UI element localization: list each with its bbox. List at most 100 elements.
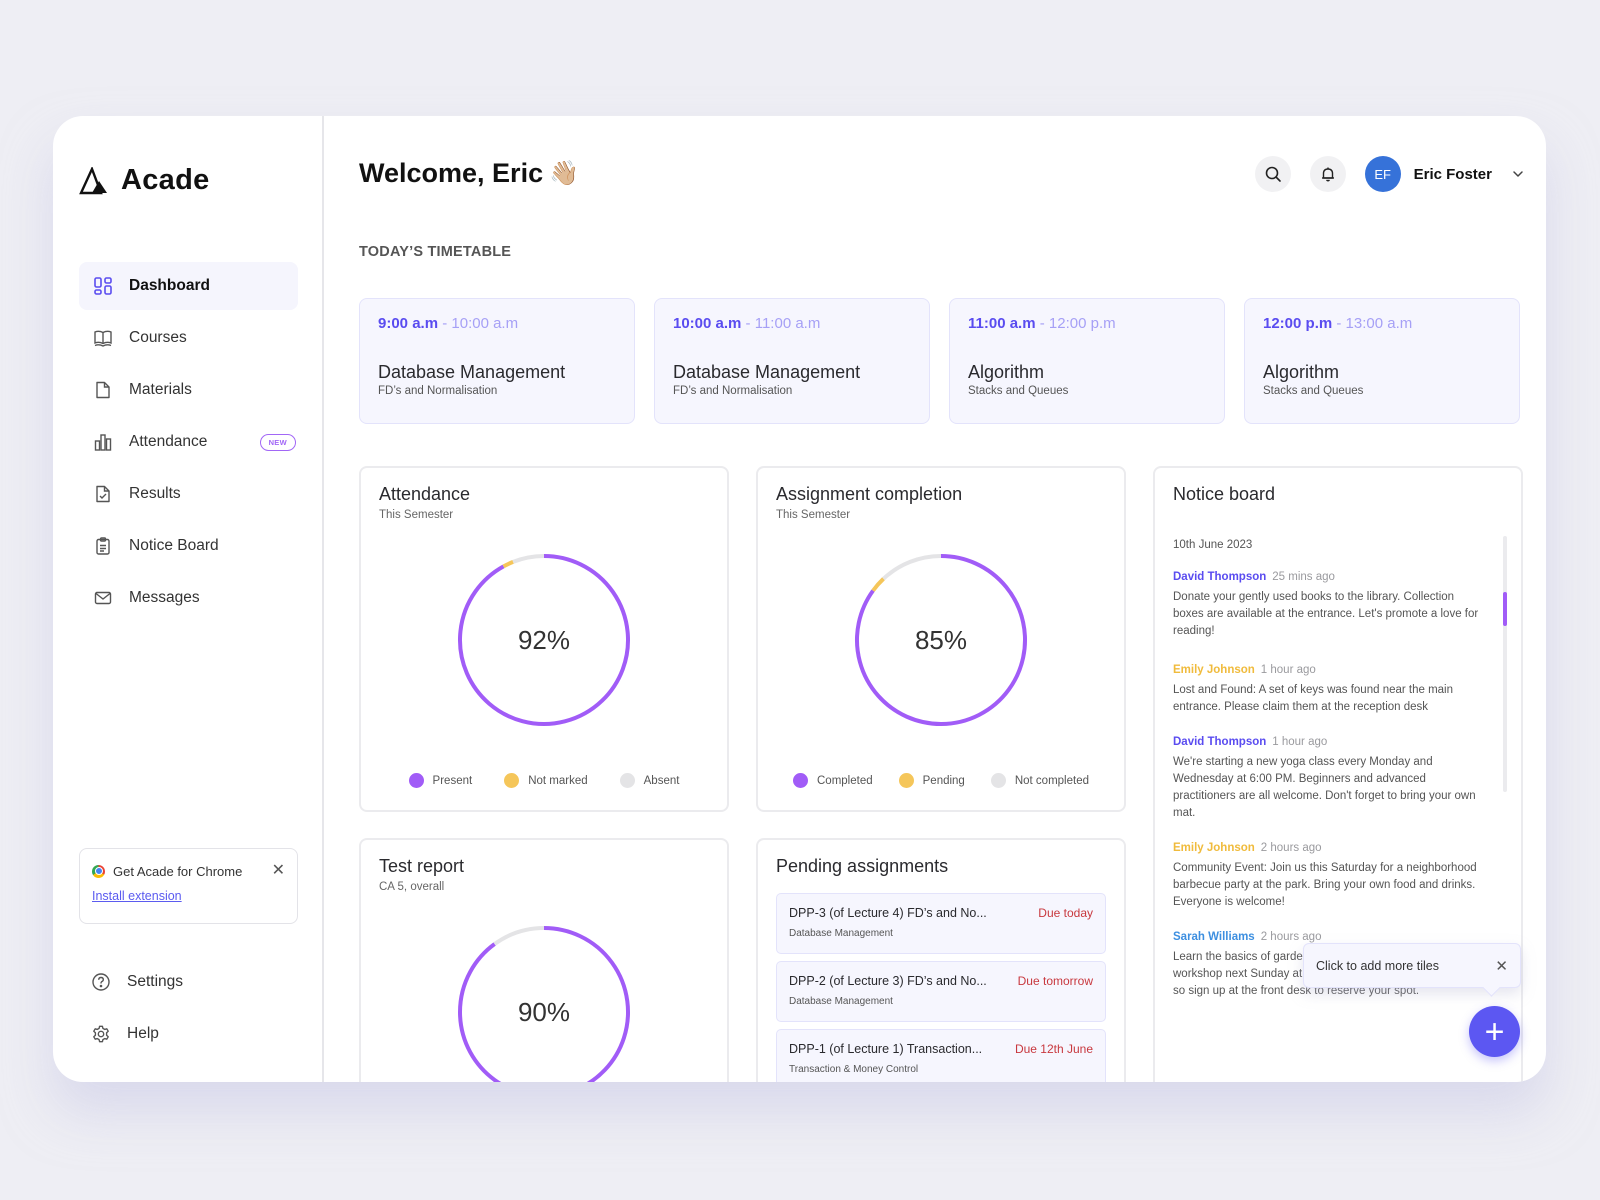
timetable-slot[interactable]: 9:00 a.m - 10:00 a.m Database Management… <box>359 298 635 424</box>
clipboard-icon <box>93 536 113 556</box>
card-title: Pending assignments <box>776 856 949 876</box>
card-subtitle: CA 5, overall <box>379 881 445 893</box>
slot-topic: Stacks and Queues <box>1263 385 1364 397</box>
slot-end-time: 10:00 a.m <box>451 315 519 332</box>
slot-subject: Algorithm <box>968 362 1045 382</box>
sidebar-item-materials[interactable]: Materials <box>79 366 298 414</box>
slot-subject: Algorithm <box>1263 362 1340 382</box>
notice-author[interactable]: David Thompson <box>1173 736 1266 748</box>
sidebar-item-settings[interactable]: Settings <box>79 958 298 1006</box>
slot-start-time: 11:00 a.m <box>968 315 1036 332</box>
notice-time: 2 hours ago <box>1260 931 1322 943</box>
slot-separator: - <box>438 315 452 332</box>
sidebar-item-courses[interactable]: Courses <box>79 314 298 362</box>
timetable-slot[interactable]: 12:00 p.m - 13:00 a.m Algorithm Stacks a… <box>1244 298 1520 424</box>
plus-icon: + <box>1484 1012 1505 1051</box>
legend-dot <box>504 773 520 788</box>
chrome-icon <box>92 864 105 878</box>
slot-topic: FD’s and Normalisation <box>673 385 793 397</box>
add-tile-button[interactable]: + <box>1469 1006 1520 1057</box>
notice-body: Community Event: Join us this Saturday f… <box>1173 862 1477 908</box>
sidebar-nav: Dashboard Courses Materials Attendance N… <box>79 262 298 626</box>
avatar[interactable]: EF <box>1364 156 1401 192</box>
notice-body: Lost and Found: A set of keys was found … <box>1173 684 1454 713</box>
assignment-item[interactable]: DPP-2 (of Lecture 3) FD’s and No... Data… <box>776 961 1106 1022</box>
new-badge: NEW <box>259 433 296 451</box>
legend-item-pending: Pending <box>898 773 965 788</box>
notice-author[interactable]: Sarah Williams <box>1173 931 1255 943</box>
notice-item[interactable]: Emily Johnson 1 hour ago Lost and Found: … <box>1173 664 1485 716</box>
assignment-item[interactable]: DPP-1 (of Lecture 1) Transaction... Tran… <box>776 1029 1106 1082</box>
sidebar: Acade Dashboard Courses Materials Attend… <box>53 116 324 1082</box>
card-title: Test report <box>379 856 465 876</box>
timetable-slot[interactable]: 11:00 a.m - 12:00 p.m Algorithm Stacks a… <box>949 298 1225 424</box>
timetable-slot[interactable]: 10:00 a.m - 11:00 a.m Database Managemen… <box>654 298 930 424</box>
dashboard-icon <box>93 276 113 296</box>
close-icon[interactable]: ✕ <box>1495 957 1508 975</box>
attendance-ring: 92% <box>456 552 632 728</box>
notice-author[interactable]: David Thompson <box>1173 571 1266 583</box>
sidebar-item-attendance[interactable]: Attendance NEW <box>79 418 298 466</box>
card-title: Assignment completion <box>776 484 963 504</box>
attendance-card: Attendance This Semester 92% Present Not… <box>359 466 729 812</box>
assignment-due: Due today <box>1038 906 1093 920</box>
notice-time: 2 hours ago <box>1260 842 1322 854</box>
assignment-item[interactable]: DPP-3 (of Lecture 4) FD’s and No... Data… <box>776 893 1106 954</box>
sidebar-item-label: Attendance <box>129 433 208 450</box>
close-icon[interactable]: ✕ <box>272 863 285 879</box>
sidebar-item-messages[interactable]: Messages <box>79 574 298 622</box>
notice-scrollbar[interactable] <box>1503 536 1507 792</box>
legend-label: Not completed <box>1014 774 1089 787</box>
legend-dot <box>619 773 635 788</box>
user-name[interactable]: Eric Foster <box>1414 166 1492 183</box>
chevron-down-icon[interactable] <box>1512 168 1524 180</box>
ring-center-label: 90% <box>517 996 571 1027</box>
notice-time: 1 hour ago <box>1260 664 1316 676</box>
card-title: Notice board <box>1173 484 1276 504</box>
legend-label: Absent <box>643 774 680 787</box>
slot-separator: - <box>1035 315 1049 332</box>
notice-author[interactable]: Emily Johnson <box>1173 664 1255 676</box>
notifications-button[interactable] <box>1309 156 1346 192</box>
sidebar-item-label: Settings <box>127 973 184 990</box>
logo-icon <box>79 166 107 194</box>
sidebar-item-help[interactable]: Help <box>79 1010 298 1058</box>
slot-topic: Stacks and Queues <box>968 385 1069 397</box>
card-subtitle: This Semester <box>379 509 454 521</box>
logo[interactable]: Acade <box>79 164 210 197</box>
card-title: Attendance <box>379 484 471 504</box>
chrome-extension-card: Get Acade for Chrome ✕ Install extension <box>79 848 298 924</box>
install-extension-link[interactable]: Install extension <box>92 889 182 903</box>
sidebar-item-dashboard[interactable]: Dashboard <box>79 262 298 310</box>
legend-item-not-marked: Not marked <box>504 773 588 788</box>
legend-label: Completed <box>817 774 873 787</box>
timetable: 9:00 a.m - 10:00 a.m Database Management… <box>359 298 1520 424</box>
top-bar: EF Eric Foster <box>1236 156 1524 192</box>
ring-center-label: 92% <box>517 624 571 655</box>
search-button[interactable] <box>1254 156 1291 192</box>
sidebar-item-results[interactable]: Results <box>79 470 298 518</box>
notice-author[interactable]: Emily Johnson <box>1173 842 1255 854</box>
notice-item[interactable]: David Thompson 1 hour ago We're starting … <box>1173 736 1485 822</box>
chrome-card-title: Get Acade for Chrome <box>113 863 243 879</box>
slot-start-time: 10:00 a.m <box>673 315 742 332</box>
test-report-ring: 90% <box>456 924 632 1082</box>
pending-assignments-card: Pending assignments DPP-3 (of Lecture 4)… <box>756 838 1126 1082</box>
assignment-course: Database Management <box>789 928 893 939</box>
notice-item[interactable]: Emily Johnson 2 hours ago Community Event… <box>1173 842 1485 911</box>
notice-body: We're starting a new yoga class every Mo… <box>1173 756 1476 819</box>
file-icon <box>93 380 113 400</box>
slot-separator: - <box>741 315 755 332</box>
sidebar-item-notice-board[interactable]: Notice Board <box>79 522 298 570</box>
ring-center-label: 85% <box>914 624 968 655</box>
tooltip-text: Click to add more tiles <box>1316 958 1439 973</box>
slot-separator: - <box>1332 315 1346 332</box>
scrollbar-thumb[interactable] <box>1503 592 1507 626</box>
legend-item-not-completed: Not completed <box>990 773 1089 788</box>
slot-subject: Database Management <box>673 362 861 382</box>
legend-dot <box>408 773 424 788</box>
notice-item[interactable]: David Thompson 25 mins ago Donate your ge… <box>1173 571 1485 640</box>
chart-legend: Completed Pending Not completed <box>758 773 1124 788</box>
slot-end-time: 12:00 p.m <box>1048 315 1116 332</box>
legend-dot <box>793 773 808 788</box>
